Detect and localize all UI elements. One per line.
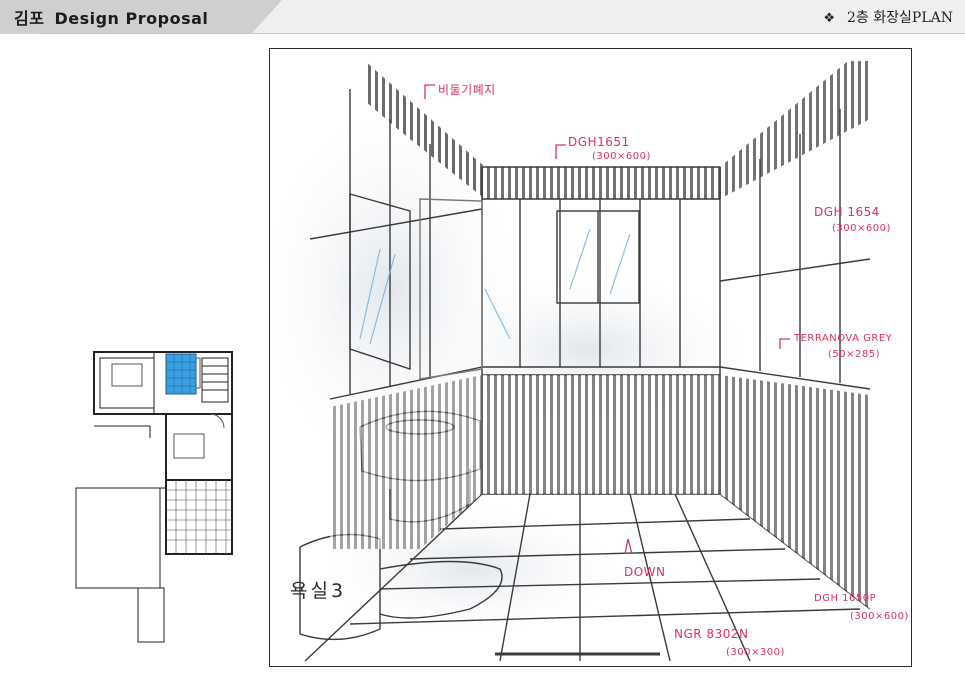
brand-name: 김포 xyxy=(14,9,45,28)
header-title: 김포 Design Proposal xyxy=(14,5,208,29)
bathroom-sketch-frame: 비둘기폐지 DGH1651 (300×600) DGH 1654 (300×60… xyxy=(269,48,912,667)
label-border: 비둘기폐지 xyxy=(438,83,496,97)
section-heading: ❖ 2층 화장실PLAN xyxy=(823,7,953,27)
label-wall-tile-size: (300×600) xyxy=(832,223,891,234)
label-wall-tile: DGH 1654 xyxy=(814,205,880,219)
diamond-bullet-icon: ❖ xyxy=(823,11,836,26)
header-divider xyxy=(40,33,965,34)
label-floor-tile-size: (300×300) xyxy=(726,647,785,658)
section-title: 2층 화장실PLAN xyxy=(847,10,953,26)
label-step-down: DOWN xyxy=(624,565,666,579)
label-border-tile: TERRANOVA GREY xyxy=(794,333,893,344)
label-lower-wall-tile: DGH 1650P xyxy=(814,593,877,604)
label-floor-tile: NGR 8302N xyxy=(674,627,749,641)
sketch-caption: 욕실3 xyxy=(290,580,347,602)
label-lower-wall-tile-size: (300×600) xyxy=(850,611,909,622)
label-ceiling-tile-size: (300×600) xyxy=(592,151,651,162)
document-title: Design Proposal xyxy=(54,9,209,28)
label-border-tile-size: (50×285) xyxy=(828,349,880,360)
label-ceiling-tile: DGH1651 xyxy=(568,135,630,149)
floor-plan-drawing xyxy=(75,351,233,643)
floor-plan-thumbnail xyxy=(70,348,240,644)
